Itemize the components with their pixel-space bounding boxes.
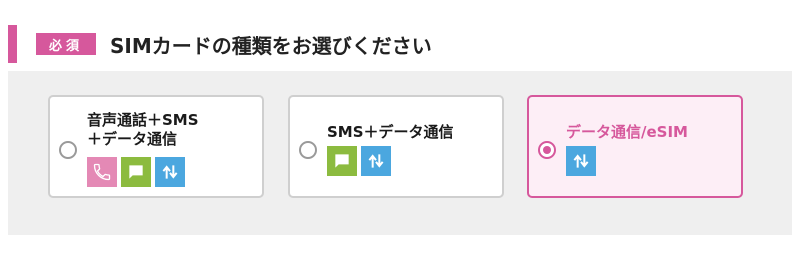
- data-icon: [566, 146, 596, 176]
- page-title: SIMカードの種類をお選びください: [110, 33, 432, 58]
- option-voice-sms-data[interactable]: 音声通話＋SMS ＋データ通信: [48, 95, 264, 198]
- option-data-esim[interactable]: データ通信/eSIM: [527, 95, 743, 198]
- option-label-line1: データ通信/eSIM: [566, 123, 688, 141]
- section-header: 必須 SIMカードの種類をお選びください: [8, 25, 432, 63]
- option-sms-data[interactable]: SMS＋データ通信: [288, 95, 504, 198]
- option-label-line1: 音声通話＋SMS: [87, 111, 199, 129]
- feature-icons: [566, 146, 596, 176]
- header-accent-bar: [8, 25, 17, 63]
- options-panel: 音声通話＋SMS ＋データ通信 SMS＋データ通信 データ通信/eSIM: [8, 71, 792, 235]
- feature-icons: [87, 157, 185, 187]
- radio-button[interactable]: [299, 141, 317, 159]
- data-icon: [361, 146, 391, 176]
- option-label-line1: SMS＋データ通信: [327, 123, 454, 141]
- radio-button-selected[interactable]: [538, 141, 556, 159]
- sms-icon: [121, 157, 151, 187]
- required-badge: 必須: [36, 33, 96, 55]
- radio-button[interactable]: [59, 141, 77, 159]
- sim-card-selection: 必須 SIMカードの種類をお選びください 音声通話＋SMS ＋データ通信 SMS…: [0, 0, 800, 263]
- phone-icon: [87, 157, 117, 187]
- data-icon: [155, 157, 185, 187]
- feature-icons: [327, 146, 391, 176]
- sms-icon: [327, 146, 357, 176]
- radio-dot: [543, 146, 551, 154]
- option-label-line2: ＋データ通信: [87, 130, 178, 148]
